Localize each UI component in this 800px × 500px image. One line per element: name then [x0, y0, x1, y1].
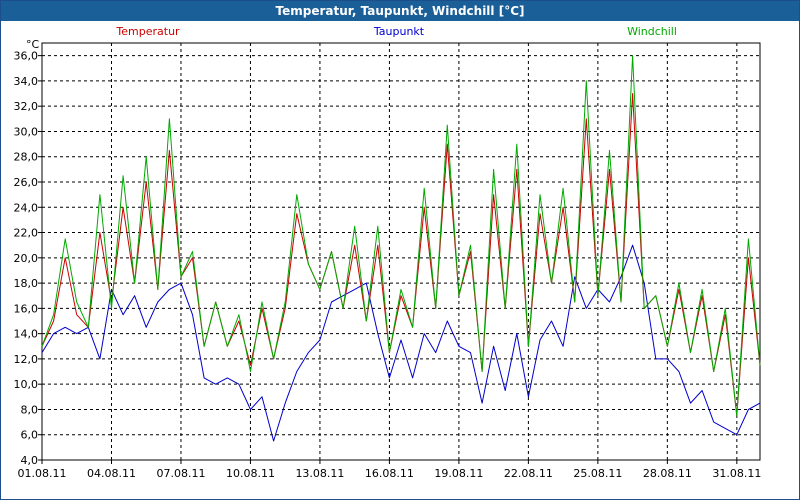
legend: Temperatur Taupunkt Windchill [115, 25, 677, 38]
x-tick-label: 10.08.11 [226, 467, 275, 480]
x-tick-label: 04.08.11 [87, 467, 136, 480]
x-axis-ticks: 01.08.11 04.08.11 07.08.11 10.08.11 13.08.11… [18, 460, 761, 480]
y-tick-label: 36,0 [14, 50, 39, 63]
x-tick-label: 22.08.11 [504, 467, 553, 480]
y-tick-label: 10,0 [14, 378, 39, 391]
legend-temperatur: Temperatur [115, 25, 180, 38]
x-tick-label: 01.08.11 [18, 467, 67, 480]
y-tick-label: 28,0 [14, 151, 39, 164]
y-axis-label: °C [26, 38, 40, 51]
y-tick-label: 14,0 [14, 328, 39, 341]
y-tick-label: 34,0 [14, 75, 39, 88]
y-tick-label: 8,0 [21, 403, 39, 416]
x-tick-label: 19.08.11 [434, 467, 483, 480]
y-tick-label: 22,0 [14, 227, 39, 240]
y-tick-label: 12,0 [14, 353, 39, 366]
y-tick-label: 18,0 [14, 277, 39, 290]
legend-taupunkt: Taupunkt [373, 25, 425, 38]
y-tick-label: 4,0 [21, 454, 39, 467]
y-tick-label: 20,0 [14, 252, 39, 265]
x-tick-label: 07.08.11 [156, 467, 205, 480]
chart-canvas: 4,0 6,0 8,0 10,0 12,0 14,0 16,0 18,0 20,0 22,0 24,… [14, 25, 762, 480]
y-tick-label: 26,0 [14, 176, 39, 189]
legend-windchill: Windchill [627, 25, 677, 38]
x-tick-label: 31.08.11 [712, 467, 761, 480]
y-tick-label: 24,0 [14, 201, 39, 214]
y-tick-label: 32,0 [14, 100, 39, 113]
y-tick-label: 6,0 [21, 429, 39, 442]
x-tick-label: 25.08.11 [573, 467, 622, 480]
x-tick-label: 13.08.11 [295, 467, 344, 480]
plot-area [41, 42, 761, 461]
x-tick-label: 28.08.11 [643, 467, 692, 480]
x-tick-label: 16.08.11 [365, 467, 414, 480]
y-tick-label: 16,0 [14, 302, 39, 315]
y-tick-label: 30,0 [14, 125, 39, 138]
y-axis-ticks: 4,0 6,0 8,0 10,0 12,0 14,0 16,0 18,0 20,0 22,0 24,… [14, 50, 42, 467]
